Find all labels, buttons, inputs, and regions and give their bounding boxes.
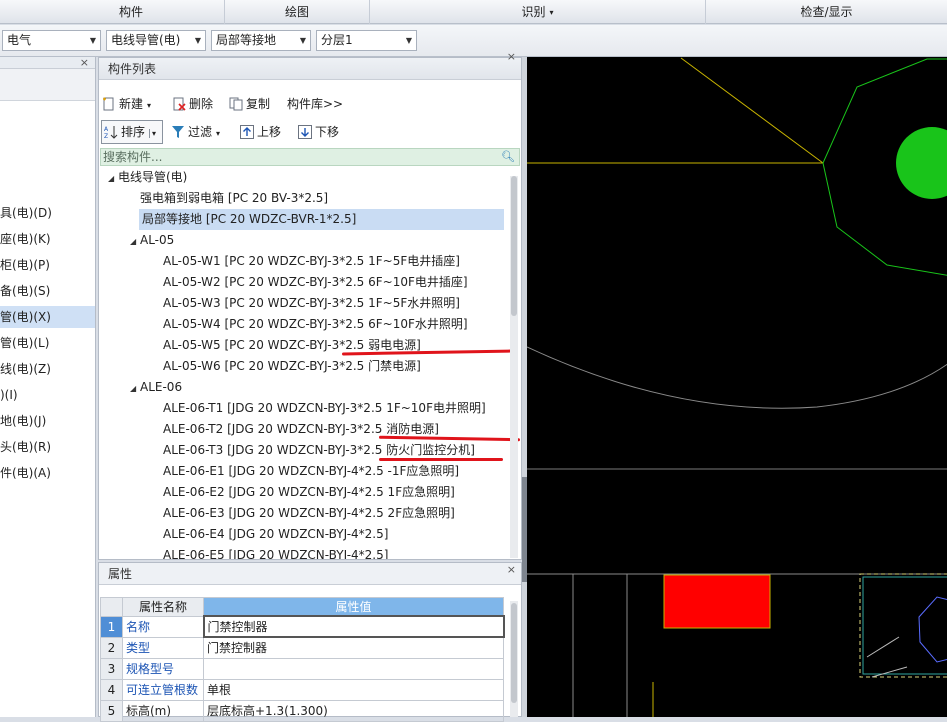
layer-select[interactable]: 分层1 ▼ bbox=[316, 30, 417, 51]
tree-group[interactable]: ◢ AL-05 bbox=[130, 230, 174, 251]
tree-item[interactable]: AL-05-W4 [PC 20 WDZC-BYJ-3*2.5 6F~10F水井照… bbox=[163, 314, 468, 335]
scrollbar-thumb[interactable] bbox=[511, 603, 517, 703]
nav-item[interactable]: 头(电)(R) bbox=[0, 436, 95, 458]
menu-draw[interactable]: 绘图 bbox=[225, 0, 370, 24]
property-value[interactable]: 单根 bbox=[203, 678, 504, 701]
table-row: 1 名称 门禁控制器 bbox=[100, 615, 505, 638]
scrollbar-thumb[interactable] bbox=[511, 176, 517, 316]
chevron-down-icon: ▾ bbox=[149, 129, 157, 138]
svg-text:A: A bbox=[104, 126, 109, 133]
menu-recognize[interactable]: 识别 ▾ bbox=[370, 0, 706, 24]
nav-item[interactable]: 座(电)(K) bbox=[0, 228, 95, 250]
nav-item[interactable]: 管(电)(L) bbox=[0, 332, 95, 354]
nav-item[interactable]: 地(电)(J) bbox=[0, 410, 95, 432]
table-row: 4 可连立管根数 单根 bbox=[100, 678, 504, 701]
chevron-down-icon: ▾ bbox=[216, 129, 221, 138]
collapse-icon[interactable]: ◢ bbox=[108, 168, 118, 189]
nav-item-selected[interactable]: 管(电)(X) bbox=[0, 306, 95, 328]
tree-item-selected[interactable]: 局部等接地 [PC 20 WDZC-BVR-1*2.5] bbox=[139, 209, 504, 230]
component-library-button[interactable]: 构件库>> bbox=[287, 93, 343, 115]
nav-item[interactable]: )(I) bbox=[0, 384, 95, 406]
tree-item[interactable]: ALE-06-E4 [JDG 20 WDZCN-BYJ-4*2.5] bbox=[163, 524, 388, 545]
nav-item[interactable]: 线(电)(Z) bbox=[0, 358, 95, 380]
table-row: 2 类型 门禁控制器 bbox=[100, 636, 504, 659]
new-button[interactable]: 新建 ▾ bbox=[102, 93, 151, 115]
chevron-down-icon: ▼ bbox=[194, 36, 201, 45]
cad-drawing bbox=[527, 57, 947, 717]
arrow-down-icon bbox=[298, 125, 312, 139]
chevron-down-icon: ▼ bbox=[89, 36, 96, 45]
tree-item[interactable]: 强电箱到弱电箱 [PC 20 BV-3*2.5] bbox=[140, 188, 328, 209]
component-list-panel: 构件列表 × 新建 ▾ 删除 复制 构件库>> A Z 排序 ▾ 过滤 ▾ 上移 下移 搜… bbox=[98, 51, 522, 560]
property-value[interactable]: 层底标高+1.3(1.300) bbox=[203, 699, 504, 722]
column-header-name: 属性名称 bbox=[122, 597, 204, 617]
category-select[interactable]: 电线导管(电) ▼ bbox=[106, 30, 206, 51]
close-icon[interactable]: × bbox=[507, 51, 516, 62]
chevron-down-icon: ▼ bbox=[299, 36, 306, 45]
chevron-down-icon: ▾ bbox=[147, 101, 152, 110]
property-value[interactable] bbox=[203, 657, 504, 680]
copy-icon bbox=[229, 97, 243, 111]
move-down-button[interactable]: 下移 bbox=[298, 121, 339, 143]
search-icon[interactable]: 🔍︎ bbox=[501, 149, 515, 165]
nav-item[interactable]: 备(电)(S) bbox=[0, 280, 95, 302]
nav-item[interactable]: 柜(电)(P) bbox=[0, 254, 95, 276]
search-input[interactable]: 搜索构件... 🔍︎ bbox=[100, 148, 520, 166]
drawing-canvas[interactable] bbox=[527, 57, 947, 717]
properties-panel: 属性 × 属性名称 属性值 1 名称 门禁控制器 2 类型 门禁控制器 3 规格… bbox=[98, 562, 522, 722]
tree-item[interactable]: AL-05-W1 [PC 20 WDZC-BYJ-3*2.5 1F~5F电井插座… bbox=[163, 251, 460, 272]
menu-check-display[interactable]: 检查/显示 bbox=[706, 0, 947, 24]
collapse-icon[interactable]: ◢ bbox=[130, 231, 140, 252]
svg-text:Z: Z bbox=[104, 133, 108, 139]
collapse-icon[interactable]: ◢ bbox=[130, 378, 140, 399]
delete-icon bbox=[173, 97, 186, 111]
property-value[interactable]: 门禁控制器 bbox=[203, 636, 504, 659]
panel-title: 构件列表 × bbox=[99, 51, 521, 80]
move-up-button[interactable]: 上移 bbox=[240, 121, 281, 143]
red-block-symbol bbox=[663, 574, 771, 629]
sort-icon: AZ bbox=[104, 126, 118, 139]
filter-icon bbox=[172, 126, 184, 138]
filter-button[interactable]: 过滤 ▾ bbox=[171, 121, 220, 143]
column-header-value: 属性值 bbox=[203, 597, 504, 617]
table-row: 3 规格型号 bbox=[100, 657, 504, 680]
sort-button[interactable]: A Z 排序 ▾ bbox=[101, 120, 163, 144]
tree-item[interactable]: AL-05-W3 [PC 20 WDZC-BYJ-3*2.5 1F~5F水井照明… bbox=[163, 293, 460, 314]
nav-item[interactable]: 件(电)(A) bbox=[0, 462, 95, 484]
close-icon[interactable]: × bbox=[507, 564, 516, 575]
properties-table: 属性名称 属性值 1 名称 门禁控制器 2 类型 门禁控制器 3 规格型号 4 … bbox=[100, 597, 505, 722]
tree-item[interactable]: ALE-06-E5 [JDG 20 WDZCN-BYJ-4*2.5] bbox=[163, 545, 388, 559]
chevron-down-icon: ▼ bbox=[405, 36, 412, 45]
close-icon[interactable]: × bbox=[80, 57, 89, 68]
tree-item[interactable]: AL-05-W2 [PC 20 WDZC-BYJ-3*2.5 6F~10F电井插… bbox=[163, 272, 468, 293]
new-file-icon bbox=[103, 97, 114, 111]
filter-toolbar: 电气 ▼ 电线导管(电) ▼ 局部等接地 ▼ 分层1 ▼ bbox=[0, 25, 947, 57]
menu-component[interactable]: 构件 bbox=[38, 0, 225, 24]
arrow-up-icon bbox=[240, 125, 254, 139]
tree-scrollbar[interactable] bbox=[510, 176, 518, 558]
delete-button[interactable]: 删除 bbox=[172, 93, 213, 115]
tree-item[interactable]: ALE-06-T1 [JDG 20 WDZCN-BYJ-3*2.5 1F~10F… bbox=[163, 398, 486, 419]
property-value-input[interactable]: 门禁控制器 bbox=[202, 615, 505, 638]
tree-item[interactable]: ALE-06-E2 [JDG 20 WDZCN-BYJ-4*2.5 1F应急照明… bbox=[163, 482, 455, 503]
tree-group[interactable]: ◢ 电线导管(电) bbox=[108, 167, 187, 188]
tree-item[interactable]: AL-05-W6 [PC 20 WDZC-BYJ-3*2.5 门禁电源] bbox=[163, 356, 421, 377]
menu-bar: 构件 绘图 识别 ▾ 检查/显示 bbox=[0, 0, 947, 24]
panel-title: 属性 bbox=[99, 563, 521, 585]
green-circle-symbol bbox=[896, 127, 947, 199]
properties-scrollbar[interactable] bbox=[510, 601, 518, 717]
table-row: 5 标高(m) 层底标高+1.3(1.300) bbox=[100, 699, 504, 722]
component-select[interactable]: 局部等接地 ▼ bbox=[211, 30, 311, 51]
nav-item[interactable]: 具(电)(D) bbox=[0, 202, 95, 224]
left-nav-panel: × 具(电)(D) 座(电)(K) 柜(电)(P) 备(电)(S) 管(电)(X… bbox=[0, 57, 96, 717]
tree-group[interactable]: ◢ ALE-06 bbox=[130, 377, 182, 398]
chevron-down-icon: ▾ bbox=[549, 7, 554, 17]
tree-item[interactable]: ALE-06-E1 [JDG 20 WDZCN-BYJ-4*2.5 -1F应急照… bbox=[163, 461, 459, 482]
tree-item[interactable]: ALE-06-E3 [JDG 20 WDZCN-BYJ-4*2.5 2F应急照明… bbox=[163, 503, 455, 524]
copy-button[interactable]: 复制 bbox=[229, 93, 270, 115]
red-underline-annotation bbox=[379, 458, 503, 461]
discipline-select[interactable]: 电气 ▼ bbox=[2, 30, 101, 51]
